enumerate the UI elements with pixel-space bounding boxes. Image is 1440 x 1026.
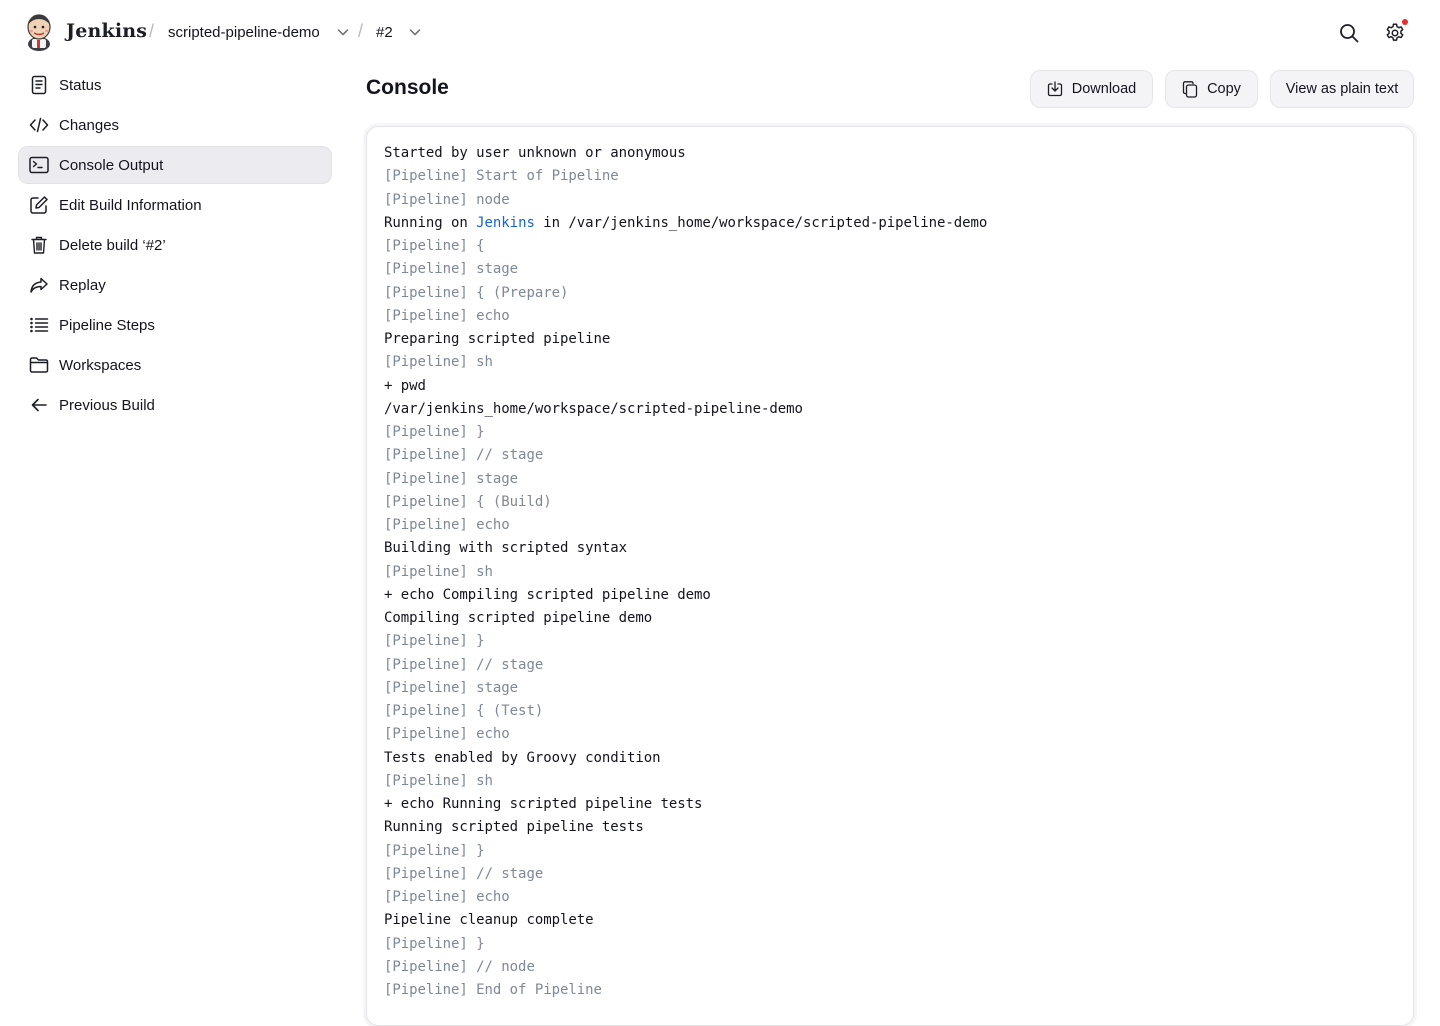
console-line: Running on Jenkins in /var/jenkins_home/… [384, 212, 1396, 235]
view-plain-text-label: View as plain text [1285, 81, 1399, 97]
sidebar: Status Changes Console Output Edit Build… [18, 66, 332, 426]
console-pipeline-line: [Pipeline] stage [384, 261, 519, 278]
sidebar-item-label: Console Output [59, 156, 164, 174]
sidebar-item-label: Status [59, 76, 102, 94]
copy-icon [1182, 80, 1198, 98]
breadcrumb-separator: / [358, 21, 364, 41]
notification-dot [1402, 19, 1408, 25]
breadcrumb-job[interactable]: scripted-pipeline-demo [168, 24, 320, 41]
console-pipeline-line: [Pipeline] echo [384, 307, 510, 324]
copy-label: Copy [1207, 81, 1241, 97]
console-pipeline-line: [Pipeline] End of Pipeline [384, 982, 602, 998]
console-line: Started by user unknown or anonymous [384, 145, 686, 161]
sidebar-item-previous-build[interactable]: Previous Build [18, 386, 332, 424]
view-plain-text-button[interactable]: View as plain text [1270, 70, 1414, 108]
sidebar-item-status[interactable]: Status [18, 66, 332, 104]
console-pipeline-line: [Pipeline] } [384, 633, 485, 650]
document-icon [29, 75, 49, 95]
sidebar-item-workspaces[interactable]: Workspaces [18, 346, 332, 384]
copy-button[interactable]: Copy [1165, 70, 1258, 108]
sidebar-item-changes[interactable]: Changes [18, 106, 332, 144]
sidebar-item-edit-build-information[interactable]: Edit Build Information [18, 186, 332, 224]
terminal-icon [29, 155, 49, 175]
console-pipeline-line: [Pipeline] echo [384, 889, 510, 905]
chevron-down-icon[interactable] [335, 24, 351, 40]
download-button[interactable]: Download [1030, 70, 1153, 108]
sidebar-item-console-output[interactable]: Console Output [18, 146, 332, 184]
console-line: Building with scripted syntax [384, 540, 627, 557]
trash-icon [29, 235, 49, 255]
console-pipeline-line: [Pipeline] Start of Pipeline [384, 168, 619, 185]
console-text: Running on [384, 214, 477, 231]
console-pipeline-line: [Pipeline] } [384, 935, 485, 952]
page-title: Console [366, 76, 449, 99]
search-icon [1338, 22, 1360, 44]
console-line: + pwd [384, 377, 426, 394]
sidebar-item-delete-build[interactable]: Delete build ‘#2’ [18, 226, 332, 264]
agent-link[interactable]: Jenkins [476, 215, 535, 231]
console-pipeline-line: [Pipeline] { (Prepare) [384, 284, 569, 301]
console-line: Pipeline cleanup complete [384, 912, 594, 929]
sidebar-item-label: Previous Build [59, 396, 155, 414]
breadcrumb-build[interactable]: #2 [376, 24, 393, 41]
console-pipeline-line: [Pipeline] { [384, 238, 485, 254]
console-pipeline-line: [Pipeline] { (Test) [384, 703, 544, 719]
console-pipeline-line: [Pipeline] // stage [384, 656, 544, 673]
sidebar-item-label: Workspaces [59, 356, 142, 374]
jenkins-logo-icon[interactable] [24, 13, 54, 51]
console-output: Started by user unknown or anonymous [Pip… [366, 126, 1414, 1026]
list-icon [29, 315, 49, 335]
console-line: /var/jenkins_home/workspace/scripted-pip… [384, 400, 803, 417]
top-bar: Jenkins / scripted-pipeline-demo / #2 [0, 0, 1440, 66]
console-pipeline-line: [Pipeline] // stage [384, 447, 544, 464]
console-pipeline-line: [Pipeline] sh [384, 563, 493, 580]
sidebar-item-replay[interactable]: Replay [18, 266, 332, 304]
folder-icon [29, 355, 49, 375]
console-line: Preparing scripted pipeline [384, 331, 611, 347]
console-pipeline-line: [Pipeline] sh [384, 772, 493, 789]
breadcrumb-separator: / [149, 21, 155, 41]
replay-icon [29, 275, 49, 295]
code-icon [29, 115, 49, 135]
download-icon [1047, 81, 1063, 97]
console-pipeline-line: [Pipeline] sh [384, 354, 493, 371]
edit-icon [29, 195, 49, 215]
sidebar-item-label: Edit Build Information [59, 196, 202, 214]
console-line: + echo Compiling scripted pipeline demo [384, 586, 711, 603]
sidebar-item-pipeline-steps[interactable]: Pipeline Steps [18, 306, 332, 344]
brand-name[interactable]: Jenkins [66, 20, 147, 42]
console-pipeline-line: [Pipeline] echo [384, 726, 510, 743]
console-line: + echo Running scripted pipeline tests [384, 796, 703, 812]
console-pipeline-line: [Pipeline] stage [384, 679, 519, 696]
console-pipeline-line: [Pipeline] // node [384, 958, 535, 975]
console-line: Compiling scripted pipeline demo [384, 610, 653, 626]
console-pipeline-line: [Pipeline] } [384, 424, 485, 440]
manage-settings-button[interactable] [1382, 19, 1408, 46]
console-text: in /var/jenkins_home/workspace/scripted-… [534, 214, 988, 231]
console-pipeline-line: [Pipeline] node [384, 191, 510, 208]
console-pipeline-line: [Pipeline] } [384, 842, 485, 859]
sidebar-item-label: Delete build ‘#2’ [59, 236, 166, 254]
console-line: Running scripted pipeline tests [384, 819, 644, 836]
arrow-left-icon [29, 395, 49, 415]
gear-icon [1384, 22, 1406, 44]
console-pipeline-line: [Pipeline] { (Build) [384, 493, 552, 510]
sidebar-item-label: Changes [59, 116, 120, 134]
console-pipeline-line: [Pipeline] echo [384, 517, 510, 533]
search-button[interactable] [1336, 20, 1362, 46]
download-label: Download [1071, 81, 1137, 97]
console-line: Tests enabled by Groovy condition [384, 749, 661, 766]
chevron-down-icon[interactable] [407, 24, 423, 40]
sidebar-item-label: Replay [59, 276, 106, 294]
console-pipeline-line: [Pipeline] // stage [384, 865, 544, 882]
console-pipeline-line: [Pipeline] stage [384, 470, 519, 487]
sidebar-item-label: Pipeline Steps [59, 316, 155, 334]
